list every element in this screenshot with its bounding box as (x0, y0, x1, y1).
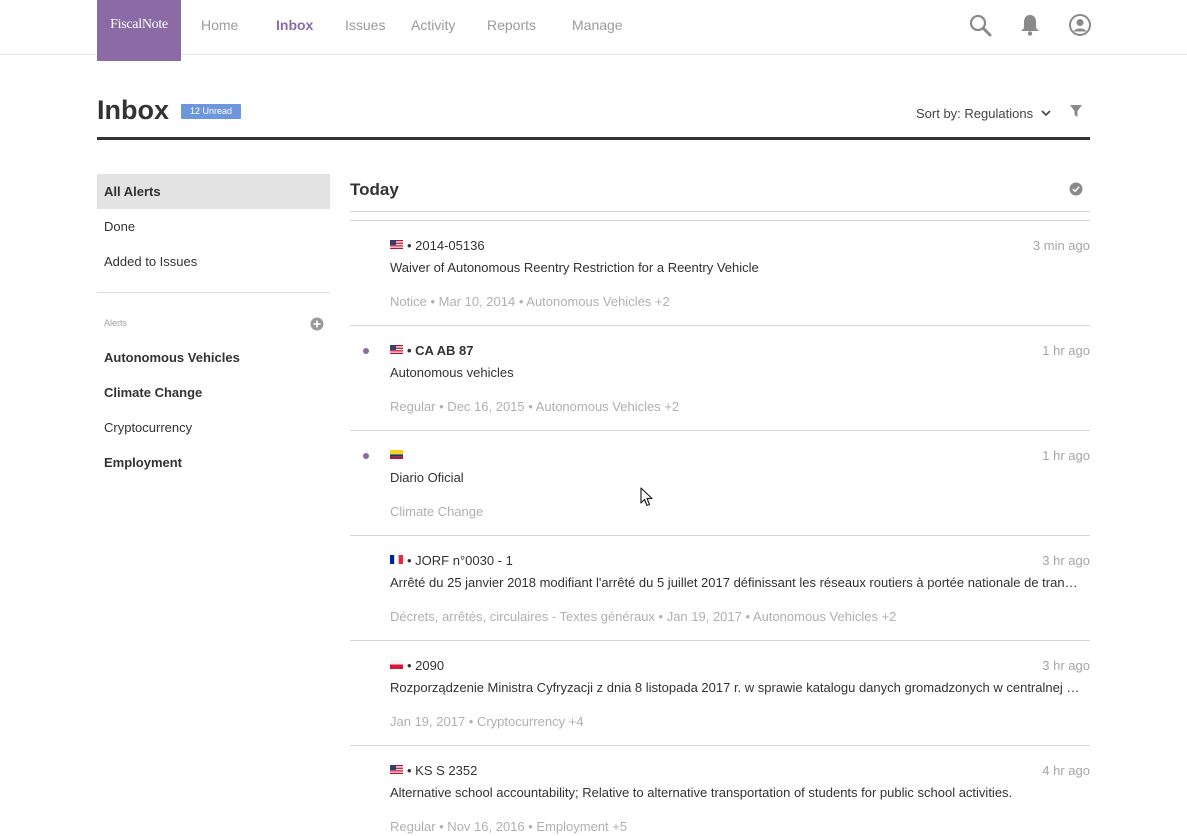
alert-id: • KS S 2352 (407, 763, 478, 778)
sort-dropdown[interactable]: Sort by: Regulations (916, 106, 1033, 121)
alert-item[interactable]: • 2014-05136 3 min ago Waiver of Autonom… (350, 221, 1090, 326)
alert-item[interactable]: • CA AB 87 1 hr ago Autonomous vehicles … (350, 326, 1090, 431)
sidebar-item-done[interactable]: Done (97, 209, 330, 244)
alert-item[interactable]: 1 hr ago Diario Oficial Climate Change (350, 431, 1090, 536)
feed-divider (350, 211, 1090, 212)
alert-meta: Notice • Mar 10, 2014 • Autonomous Vehic… (390, 294, 670, 309)
check-circle-icon[interactable] (1069, 182, 1083, 196)
user-icon[interactable] (1068, 13, 1092, 37)
unread-dot (363, 453, 369, 459)
alert-time: 1 hr ago (1042, 343, 1090, 358)
nav-manage[interactable]: Manage (572, 17, 623, 33)
fiscalnote-logo[interactable]: FiscalNote (97, 0, 181, 61)
nav-reports[interactable]: Reports (487, 17, 536, 33)
alert-title[interactable]: Rozporządzenie Ministra Cyfryzacji z dni… (390, 680, 1080, 695)
sidebar-item-all-alerts[interactable]: All Alerts (97, 174, 330, 209)
nav-inbox[interactable]: Inbox (276, 17, 313, 33)
nav-activity[interactable]: Activity (411, 17, 455, 33)
nav-home[interactable]: Home (201, 17, 238, 33)
search-icon[interactable] (968, 13, 992, 37)
nav-issues[interactable]: Issues (345, 17, 385, 33)
alert-item[interactable]: • 2090 3 hr ago Rozporządzenie Ministra … (350, 641, 1090, 746)
sidebar-item-added-to-issues[interactable]: Added to Issues (97, 244, 330, 279)
sidebar-divider (97, 292, 330, 293)
sidebar-alert-autonomous-vehicles[interactable]: Autonomous Vehicles (97, 340, 330, 375)
france-flag-icon (390, 555, 403, 564)
sidebar-alert-cryptocurrency[interactable]: Cryptocurrency (97, 410, 330, 445)
alert-id: • JORF n°0030 - 1 (407, 553, 513, 568)
alert-time: 1 hr ago (1042, 448, 1090, 463)
alert-id: • 2090 (407, 658, 445, 673)
alert-item[interactable]: • KS S 2352 4 hr ago Alternative school … (350, 746, 1090, 836)
alert-meta: Jan 19, 2017 • Cryptocurrency +4 (390, 714, 584, 729)
alert-time: 3 min ago (1032, 238, 1090, 253)
unread-badge: 12 Unread (181, 104, 242, 119)
top-navigation: FiscalNote Home Inbox Issues Activity Re… (0, 0, 1187, 61)
bell-icon[interactable] (1018, 13, 1042, 37)
alert-time: 3 hr ago (1042, 553, 1090, 568)
filter-icon[interactable] (1069, 104, 1083, 118)
alert-title[interactable]: Diario Oficial (390, 470, 1080, 485)
unread-dot (363, 348, 369, 354)
alert-meta: Regular • Nov 16, 2016 • Employment +5 (390, 819, 628, 834)
mouse-cursor-icon (640, 487, 653, 507)
header-divider (97, 137, 1090, 140)
sidebar-alert-climate-change[interactable]: Climate Change (97, 375, 330, 410)
poland-flag-icon (390, 660, 403, 669)
feed-section-title: Today (350, 180, 399, 199)
alert-id: • CA AB 87 (407, 343, 474, 358)
alert-meta: Décrets, arrêtés, circulaires - Textes g… (390, 609, 897, 624)
alert-time: 4 hr ago (1042, 763, 1090, 778)
alert-title[interactable]: Waiver of Autonomous Reentry Restriction… (390, 260, 1080, 275)
alert-meta: Climate Change (390, 504, 484, 519)
alert-title[interactable]: Arrêté du 25 janvier 2018 modifiant l'ar… (390, 575, 1080, 590)
sidebar-alert-employment[interactable]: Employment (97, 445, 330, 480)
us-flag-icon (390, 765, 403, 774)
alert-item[interactable]: • JORF n°0030 - 1 3 hr ago Arrêté du 25 … (350, 536, 1090, 641)
us-flag-icon (390, 345, 403, 354)
alerts-heading: Alerts (104, 318, 128, 328)
alert-title[interactable]: Autonomous vehicles (390, 365, 1080, 380)
colombia-flag-icon (390, 450, 403, 459)
alert-id: • 2014-05136 (407, 238, 485, 253)
us-flag-icon (390, 240, 403, 249)
alert-time: 3 hr ago (1042, 658, 1090, 673)
alert-title[interactable]: Alternative school accountability; Relat… (390, 785, 1080, 800)
page-title: Inbox (97, 95, 169, 125)
add-alert-icon[interactable] (310, 317, 324, 331)
chevron-down-icon[interactable] (1040, 107, 1052, 119)
alert-meta: Regular • Dec 16, 2015 • Autonomous Vehi… (390, 399, 680, 414)
